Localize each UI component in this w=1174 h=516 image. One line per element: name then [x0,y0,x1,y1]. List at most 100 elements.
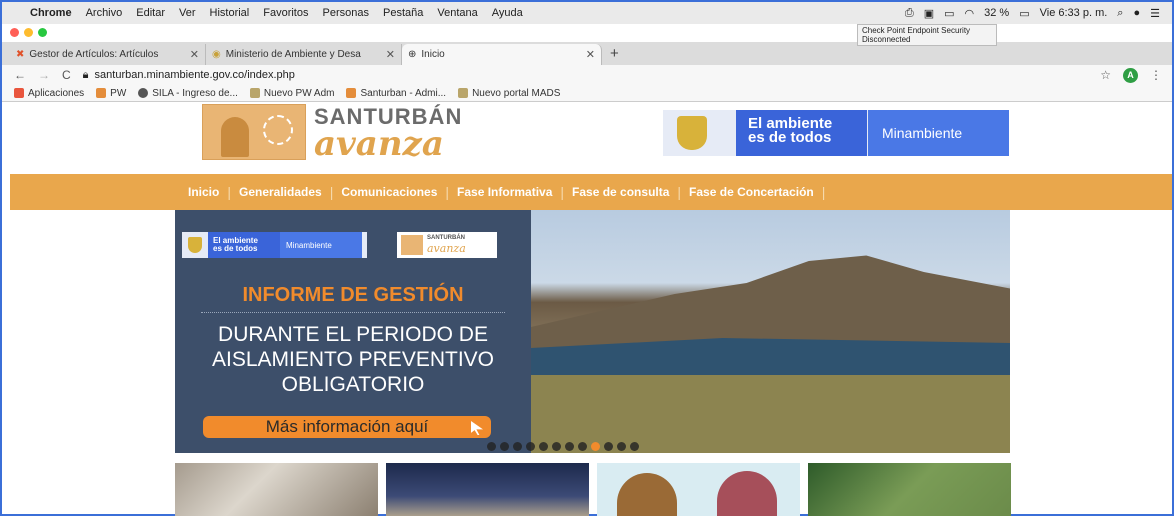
minimize-window-button[interactable] [24,28,33,37]
slider-dots [487,442,639,451]
close-window-button[interactable] [10,28,19,37]
reload-icon[interactable]: C [62,68,71,82]
more-info-button[interactable]: Más información aquí [203,416,491,438]
hero-line-3: OBLIGATORIO [281,373,425,396]
slider-dot[interactable] [539,442,548,451]
joomla-icon [96,88,107,98]
close-tab-icon[interactable]: ✕ [190,48,199,61]
bookmark-star-icon[interactable]: ☆ [1100,68,1111,82]
nav-generalidades[interactable]: Generalidades [239,185,322,199]
slider-dot[interactable] [565,442,574,451]
lock-icon: 🔒︎ [82,68,89,81]
bookmark-aplicaciones[interactable]: Aplicaciones [14,88,84,99]
nav-fase-informativa[interactable]: Fase Informativa [457,185,552,199]
slider-dot[interactable] [513,442,522,451]
thumbnail-newspaper[interactable] [175,463,378,516]
new-tab-button[interactable]: + [610,45,619,62]
hero-line-2: AISLAMIENTO PREVENTIVO [211,348,494,371]
logo-subtitle[interactable]: avanza [314,124,444,164]
bookmark-label: PW [110,87,127,99]
slider-dot[interactable] [578,442,587,451]
menu-archivo[interactable]: Archivo [86,7,123,19]
clock[interactable]: Vie 6:33 p. m. [1040,7,1108,19]
forward-icon[interactable]: → [38,68,50,82]
back-icon[interactable]: ← [14,68,26,82]
thumbnail-meeting[interactable] [386,463,589,516]
nav-separator: | [445,184,450,200]
sun-icon [263,115,293,145]
siri-icon[interactable]: ● [1133,7,1140,19]
ministerio-icon [249,88,260,98]
menu-editar[interactable]: Editar [136,7,165,19]
government-banner[interactable]: El ambiente es de todos Minambiente [663,110,1009,156]
gov-slogan-line2: es de todos [748,129,832,146]
slider-dot[interactable] [630,442,639,451]
tab-title: Ministerio de Ambiente y Desa [225,49,361,60]
nav-comunicaciones[interactable]: Comunicaciones [341,185,437,199]
tab-ministerio[interactable]: ◉ Ministerio de Ambiente y Desa ✕ [206,44,402,65]
tab-inicio[interactable]: ⊕ Inicio ✕ [402,44,602,65]
joomla-icon: ✖ [16,49,25,60]
menu-ayuda[interactable]: Ayuda [492,7,523,19]
menu-favoritos[interactable]: Favoritos [263,7,308,19]
kebab-menu-icon[interactable]: ⋮ [1150,68,1162,82]
nav-separator: | [227,184,231,200]
nav-fase-consulta[interactable]: Fase de consulta [572,185,669,199]
menu-app-name[interactable]: Chrome [30,7,72,19]
menu-ventana[interactable]: Ventana [437,7,477,19]
mini-brand: Minambiente [280,232,362,258]
slider-dot[interactable] [617,442,626,451]
nav-separator: | [329,184,334,200]
bookmark-santurban-admin[interactable]: Santurban - Admi... [346,88,446,99]
santurban-logo-image[interactable] [202,104,306,160]
farmer-icon [221,117,249,157]
globe-icon [138,88,149,98]
airplay-icon[interactable]: ▭ [944,7,954,20]
nav-separator: | [560,184,565,200]
bookmark-nuevo-portal-mads[interactable]: Nuevo portal MADS [458,88,560,99]
hero-line-1: DURANTE EL PERIODO DE [218,323,488,346]
main-nav: Inicio | Generalidades | Comunicaciones … [10,174,1172,210]
slider-dot[interactable] [591,442,600,451]
bookmark-label: Santurban - Admi... [360,87,447,99]
nav-fase-concertacion[interactable]: Fase de Concertación [689,185,814,199]
mini-slogan-line2: es de todos [213,244,258,253]
tab-gestor-articulos[interactable]: ✖ Gestor de Artículos: Artículos ✕ [10,44,206,65]
thumbnail-cartoon[interactable] [597,463,800,516]
bookmark-sila[interactable]: SILA - Ingreso de... [138,88,238,99]
wifi-icon[interactable]: ◠ [965,7,975,20]
slider-dot[interactable] [552,442,561,451]
mini-santurban-sub: avanza [427,242,466,255]
checkpoint-icon[interactable]: ⎙ [905,7,914,20]
slider-dot[interactable] [604,442,613,451]
paramo-lake-photo [531,210,1010,453]
gov-brand: Minambiente [868,110,1009,156]
address-bar-row: ← → C 🔒︎ santurban.minambiente.gov.co/in… [2,65,1172,85]
notification-center-icon[interactable]: ☰ [1150,7,1160,20]
bookmark-pw[interactable]: PW [96,88,126,99]
menu-ver[interactable]: Ver [179,7,196,19]
slider-dot[interactable] [500,442,509,451]
bookmark-nuevo-pw-adm[interactable]: Nuevo PW Adm [249,88,334,99]
nav-inicio[interactable]: Inicio [188,185,219,199]
slider-dot[interactable] [487,442,496,451]
menu-status-area: ⎙ ▣ ▭ ◠ 32 % ▭ Vie 6:33 p. m. ⌕ ● ☰ [905,2,1160,24]
zoom-window-button[interactable] [38,28,47,37]
close-tab-icon[interactable]: ✕ [586,48,595,61]
ministerio-icon: ◉ [212,49,221,60]
thumbnail-aerial-map[interactable] [808,463,1011,516]
article-thumbnails [175,463,1011,516]
url-field[interactable]: 🔒︎ santurban.minambiente.gov.co/index.ph… [83,69,295,82]
menu-personas[interactable]: Personas [323,7,369,19]
tab-title: Gestor de Artículos: Artículos [29,49,159,60]
menu-historial[interactable]: Historial [210,7,250,19]
battery-level[interactable]: 32 % [984,7,1009,19]
hero-slider[interactable]: El ambiente es de todos Minambiente SANT… [175,210,1010,453]
menu-pestana[interactable]: Pestaña [383,7,423,19]
profile-avatar[interactable]: A [1123,67,1138,83]
slider-dot[interactable] [526,442,535,451]
spotlight-icon[interactable]: ⌕ [1117,7,1123,20]
grid-icon[interactable]: ▣ [924,7,934,20]
mini-santurban-logo: SANTURBÁN avanza [397,232,497,258]
close-tab-icon[interactable]: ✕ [386,48,395,61]
